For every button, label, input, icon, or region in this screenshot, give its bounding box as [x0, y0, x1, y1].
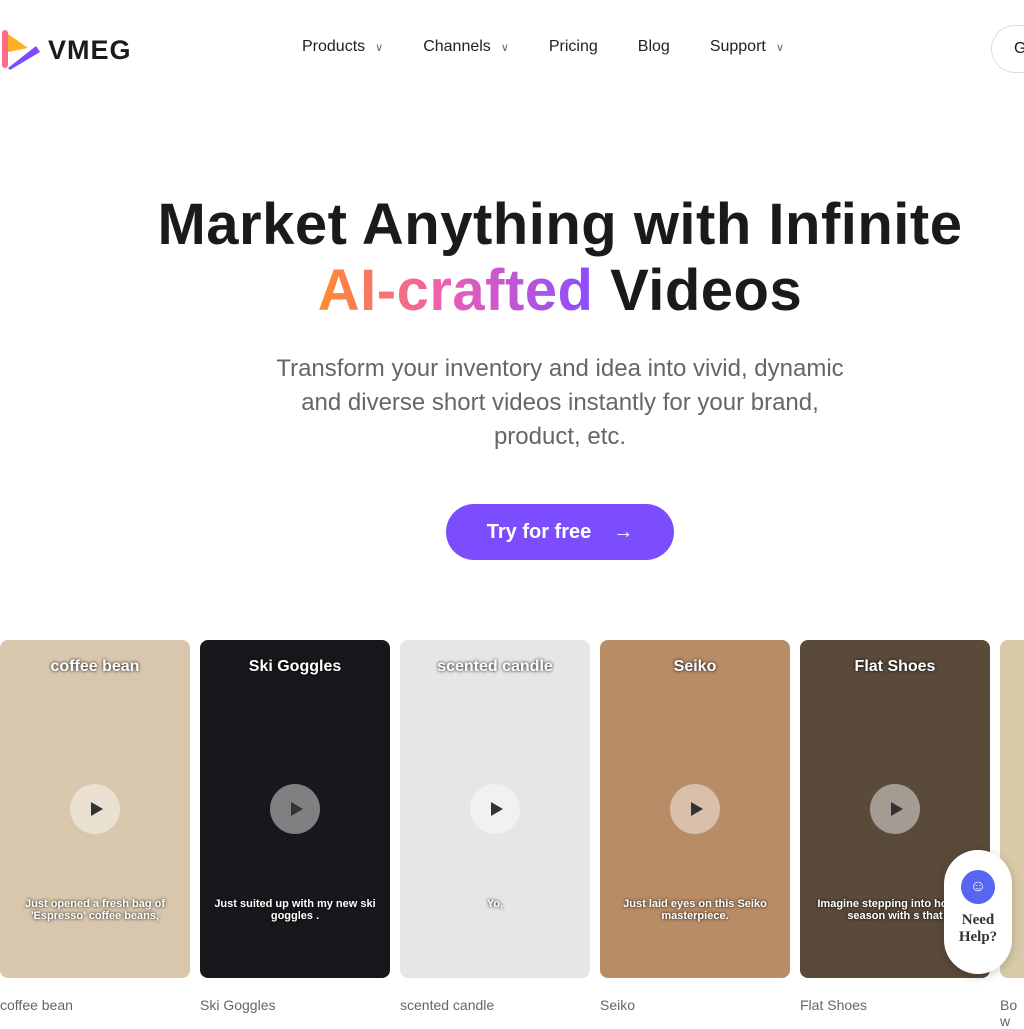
- discord-icon: ☺: [961, 870, 995, 904]
- video-card-label[interactable]: Ski Goggles: [200, 997, 275, 1013]
- nav-label: Pricing: [548, 38, 598, 55]
- hero-title: Market Anything with Infinite AI-crafted…: [96, 192, 1024, 324]
- card-title: coffee bean: [50, 658, 140, 675]
- nav-label: Support: [709, 38, 766, 55]
- cta-label: Try for free: [486, 520, 592, 543]
- card-title: Ski Goggles: [248, 658, 342, 675]
- video-card[interactable]: Ski Goggles Just suited up with my new s…: [200, 640, 390, 978]
- play-icon[interactable]: [270, 784, 320, 834]
- nav-products[interactable]: Products ∨: [302, 38, 383, 56]
- video-card[interactable]: coffee bean Just opened a fresh bag of '…: [0, 640, 190, 978]
- try-for-free-button[interactable]: Try for free →: [446, 504, 674, 560]
- logo[interactable]: VMEG: [2, 30, 132, 70]
- nav-label: Blog: [637, 38, 670, 55]
- chevron-down-icon: ∨: [775, 41, 784, 54]
- video-card-label[interactable]: coffee bean: [0, 997, 73, 1013]
- nav-blog[interactable]: Blog: [638, 38, 670, 56]
- card-caption: Just laid eyes on this Seiko masterpiece…: [623, 898, 767, 922]
- nav-label: Channels: [423, 38, 491, 55]
- card-title: scented candle: [437, 658, 553, 675]
- video-card[interactable]: scented candle Yo,: [400, 640, 590, 978]
- play-icon[interactable]: [70, 784, 120, 834]
- title-rest: Videos: [610, 258, 803, 323]
- video-card-label[interactable]: scented candle: [400, 997, 494, 1013]
- card-title: Flat Shoes: [854, 658, 936, 675]
- top-nav: VMEG Products ∨ Channels ∨ Pricing Blog Su…: [0, 0, 1024, 96]
- nav-label: Products: [302, 38, 366, 55]
- video-card-label[interactable]: Seiko: [600, 997, 635, 1013]
- play-icon[interactable]: [670, 784, 720, 834]
- hero-subtitle: Transform your inventory and idea into v…: [276, 355, 844, 450]
- play-icon[interactable]: [870, 784, 920, 834]
- card-title: Seiko: [673, 658, 717, 675]
- card-caption: Just suited up with my new ski goggles .: [214, 898, 376, 922]
- nav-support[interactable]: Support ∨: [710, 38, 784, 56]
- card-caption: Just opened a fresh bag of 'Espresso' co…: [25, 898, 165, 922]
- card-caption: Yo,: [486, 898, 504, 910]
- title-line1: Market Anything with Infinite: [157, 192, 963, 257]
- brand-name: VMEG: [48, 34, 132, 65]
- video-card-label[interactable]: Flat Shoes: [800, 997, 867, 1013]
- arrow-right-icon: →: [613, 520, 634, 543]
- need-help-button[interactable]: ☺ Need Help?: [944, 850, 1012, 974]
- chevron-down-icon: ∨: [500, 41, 509, 54]
- vmeg-logo-icon: [2, 30, 40, 70]
- title-highlight: AI-crafted: [317, 258, 594, 323]
- video-card-label[interactable]: Bow: [1000, 997, 1024, 1029]
- nav-channels[interactable]: Channels ∨: [423, 38, 509, 56]
- chevron-down-icon: ∨: [375, 41, 384, 54]
- help-label: Need Help?: [958, 912, 998, 945]
- get-started-button[interactable]: G: [991, 25, 1024, 73]
- nav-pricing[interactable]: Pricing: [549, 38, 598, 56]
- video-card[interactable]: Seiko Just laid eyes on this Seiko maste…: [600, 640, 790, 978]
- play-icon[interactable]: [470, 784, 520, 834]
- main-menu: Products ∨ Channels ∨ Pricing Blog Support…: [302, 38, 784, 56]
